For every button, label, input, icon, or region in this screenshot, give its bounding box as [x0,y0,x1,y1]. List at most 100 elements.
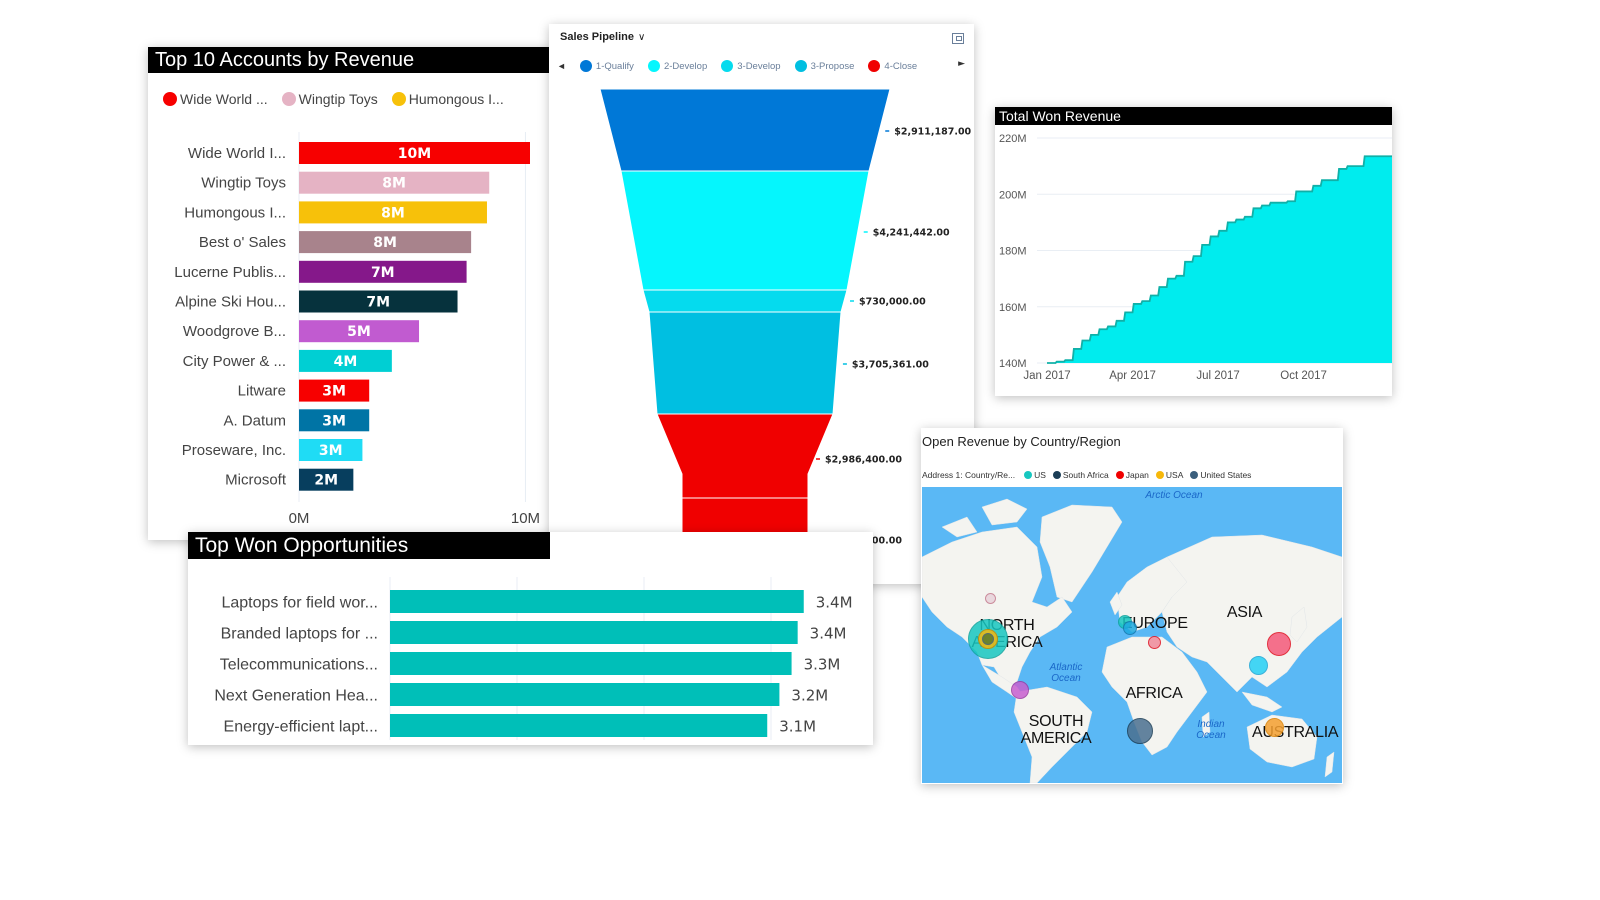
legend-item[interactable]: South Africa [1052,470,1109,480]
new-zealand-shape [1324,751,1335,778]
top-accounts-chart: Wide World I... 10M Wingtip Toys 8M Humongou… [174,132,540,527]
atlantic-ocean-label: Atlantic Ocean [1049,662,1083,684]
legend-item[interactable]: US [1024,470,1046,480]
indian-ocean-label: Indian Ocean [1196,719,1226,741]
open-revenue-map-panel[interactable]: Open Revenue by Country/Region Address 1… [921,428,1343,784]
category-label: Telecommunications... [220,657,378,674]
us-inner-bubble[interactable] [982,633,994,645]
category-label: City Power & ... [183,353,286,370]
bar-data-label: 3.1M [779,718,816,736]
legend-label: US [1034,470,1046,480]
top-won-opportunities-panel[interactable]: Top Won Opportunities Laptops for field … [188,532,873,745]
australia-bubble[interactable] [1264,717,1284,737]
bar-data-label: 8M [381,205,405,221]
x-tick-label: Oct 2017 [1280,370,1327,382]
category-label: Wide World I... [188,145,286,162]
x-tick-label: Apr 2017 [1109,370,1156,382]
bar-data-label: 7M [371,265,395,281]
category-label: Alpine Ski Hou... [175,294,286,311]
total-won-revenue-chart: 140M 160M 180M 200M 220M Jan 2017 Apr 2017 Jul … [999,133,1392,382]
map-title: Open Revenue by Country/Region [922,434,1121,449]
taiwan-bubble[interactable] [1248,655,1268,675]
greece-bubble[interactable] [1147,635,1161,649]
x-tick-label: Jan 2017 [1023,370,1070,382]
asia-label: ASIA [1226,604,1263,621]
sales-pipeline-panel[interactable]: Sales Pipeline ∨ ◄ 1-Qualify 2-Develop 3… [549,24,974,584]
bar-data-label: 3M [322,384,346,400]
funnel-data-label: $730,000.00 [859,297,926,308]
category-label: Energy-efficient lapt... [224,719,378,736]
y-tick-label: 200M [999,189,1027,201]
funnel-segment [648,311,842,415]
funnel-segment [656,413,834,499]
y-tick-label: 180M [999,246,1027,258]
legend-dot-icon [1190,471,1199,479]
bar [390,590,804,613]
bar-data-label: 3.3M [804,656,841,674]
legend-label: Japan [1125,470,1149,480]
category-label: Humongous I... [184,204,286,221]
legend-dot-icon [1115,471,1124,479]
legend-label: United States [1200,470,1252,480]
bar-data-label: 3.4M [810,625,847,643]
bar-data-label: 5M [347,324,371,340]
japan-bubble[interactable] [1267,632,1291,656]
south-africa-bubble[interactable] [1127,718,1153,744]
y-tick-label: 160M [999,302,1027,314]
southeast-asia-shape [1241,691,1283,713]
x-tick-label: Jul 2017 [1196,370,1239,382]
canada-bubble[interactable] [984,592,996,604]
bar-data-label: 3.2M [791,687,828,705]
legend-dot-icon [1024,471,1033,479]
bar [390,652,792,675]
bar-data-label: 4M [334,354,358,370]
top-accounts-panel[interactable]: Top 10 Accounts by Revenue Wide World ..… [148,47,554,540]
bar-data-label: 3M [322,413,346,429]
arctic-ocean-label: Arctic Ocean [1145,490,1203,501]
x-tick-label: 10M [511,510,540,527]
france-bubble[interactable] [1123,621,1137,635]
bar-data-label: 10M [398,146,431,162]
africa-label: AFRICA [1125,685,1183,702]
category-label: Proseware, Inc. [182,442,286,459]
funnel-data-label: $2,911,187.00 [894,127,971,138]
sales-pipeline-funnel: $2,911,187.00 $4,241,442.00 $730,000.00 $3,… [599,88,972,578]
bar [390,621,798,644]
funnel-data-label: $4,241,442.00 [873,228,950,239]
category-label: Best o' Sales [199,234,286,251]
greenland-shape [1039,504,1123,603]
total-won-revenue-panel[interactable]: Total Won Revenue 140M 160M 180M 200M 220M Ja… [995,107,1392,396]
legend-dot-icon [1155,471,1164,479]
funnel-data-label: $2,986,400.00 [825,455,902,466]
bar-data-label: 3M [319,443,343,459]
y-tick-label: 220M [999,133,1027,145]
bar [390,683,780,706]
category-label: Lucerne Publis... [174,264,286,281]
bar-data-label: 3.4M [816,594,853,612]
category-label: Laptops for field wor... [221,595,378,612]
bar [390,714,768,737]
y-tick-label: 140M [999,358,1027,370]
bar-data-label: 8M [373,235,397,251]
category-label: Branded laptops for ... [221,626,378,643]
world-map[interactable]: Arctic Ocean Atlantic Ocean Indian Ocean… [922,487,1342,783]
legend-item[interactable]: USA [1155,470,1184,480]
category-label: Litware [238,383,286,400]
legend-item[interactable]: United States [1190,470,1251,480]
funnel-segment [620,170,870,291]
map-legend: Address 1: Country/Re... US South Africa… [922,470,1258,480]
legend-label: USA [1165,470,1184,480]
top-won-opportunities-chart: Laptops for field wor... 3.4M Branded lapt… [214,577,853,740]
bar-data-label: 2M [314,473,338,489]
category-label: Woodgrove B... [183,323,286,340]
bar-data-label: 7M [366,295,390,311]
colombia-bubble[interactable] [1011,681,1029,699]
funnel-segment [599,88,891,172]
funnel-segment [642,289,848,313]
south-america-label: SOUTH AMERICA [1020,713,1092,747]
x-tick-label: 0M [289,510,310,527]
category-label: A. Datum [223,412,286,429]
legend-item[interactable]: Japan [1115,470,1149,480]
funnel-data-label: $3,705,361.00 [852,360,929,371]
legend-dot-icon [1052,471,1061,479]
